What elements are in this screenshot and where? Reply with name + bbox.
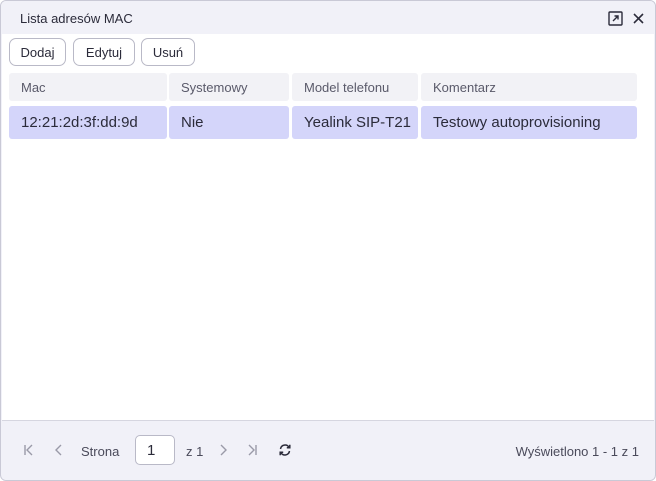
column-header-system[interactable]: Systemowy: [169, 73, 289, 101]
column-header-phone-model[interactable]: Model telefonu: [292, 73, 418, 101]
pagination-bar: Strona z 1 Wyświetlono 1 - 1 z 1: [2, 420, 654, 480]
open-external-icon[interactable]: [607, 10, 623, 26]
toolbar: Dodaj Edytuj Usuń: [2, 34, 654, 72]
close-icon[interactable]: [630, 10, 646, 26]
next-page-icon[interactable]: [216, 443, 230, 457]
last-page-icon[interactable]: [245, 443, 259, 457]
edit-button[interactable]: Edytuj: [73, 38, 135, 66]
refresh-icon[interactable]: [278, 443, 292, 457]
title-bar: Lista adresów MAC: [1, 1, 655, 34]
add-button[interactable]: Dodaj: [9, 38, 66, 66]
page-total: z 1: [186, 444, 204, 459]
cell-phone-model[interactable]: Yealink SIP-T21: [292, 106, 418, 139]
delete-button[interactable]: Usuń: [141, 38, 195, 66]
window-title: Lista adresów MAC: [20, 11, 133, 26]
prev-page-icon[interactable]: [52, 443, 66, 457]
page-number-input[interactable]: [135, 435, 175, 465]
mac-list-window: Lista adresów MAC Dodaj Edytuj Usuń Mac …: [0, 0, 656, 481]
page-label: Strona: [81, 444, 120, 459]
column-header-comment[interactable]: Komentarz: [421, 73, 637, 101]
cell-system[interactable]: Nie: [169, 106, 289, 139]
display-summary: Wyświetlono 1 - 1 z 1: [515, 444, 639, 459]
column-header-mac[interactable]: Mac: [9, 73, 167, 101]
mac-grid: Mac Systemowy Model telefonu Komentarz 1…: [2, 72, 654, 420]
first-page-icon[interactable]: [22, 443, 36, 457]
cell-comment[interactable]: Testowy autoprovisioning: [421, 106, 637, 139]
cell-mac[interactable]: 12:21:2d:3f:dd:9d: [9, 106, 167, 139]
